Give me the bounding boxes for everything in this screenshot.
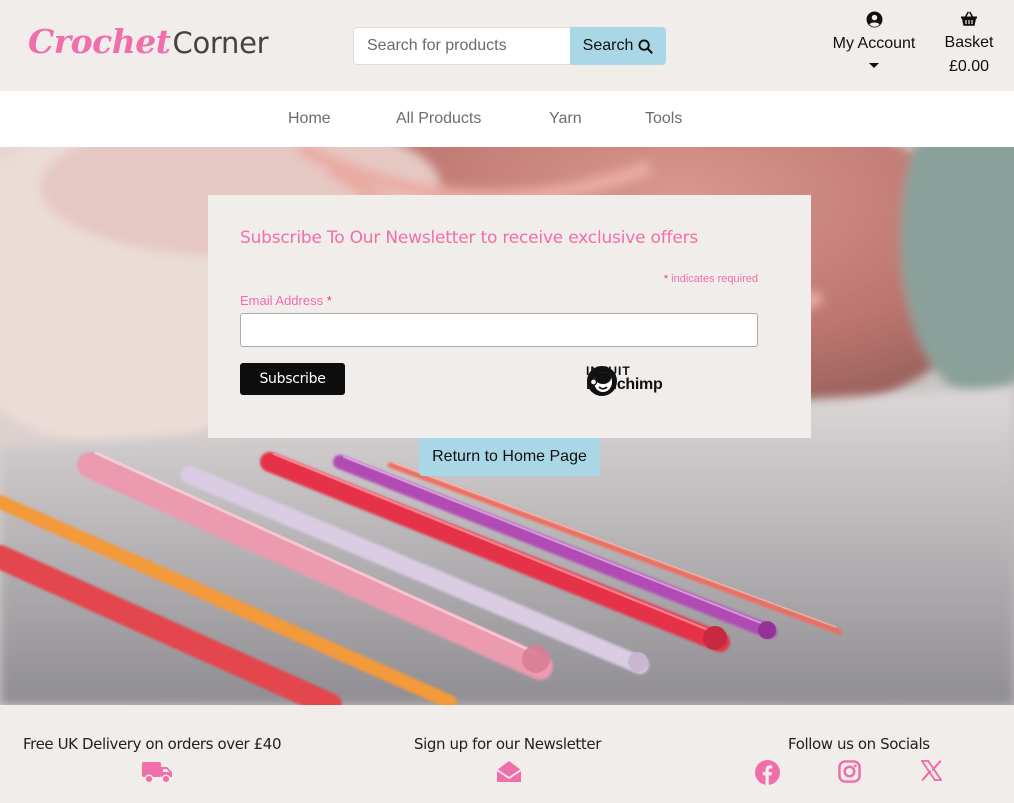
my-account-menu[interactable]: My Account bbox=[826, 11, 922, 73]
search-icon bbox=[638, 38, 653, 54]
newsletter-title: Subscribe To Our Newsletter to receive e… bbox=[240, 228, 699, 248]
mailchimp-freddie-icon bbox=[587, 366, 617, 396]
basket-label: Basket bbox=[944, 34, 994, 51]
nav-item-all-products[interactable]: All Products bbox=[396, 110, 481, 128]
mailchimp-badge[interactable]: INTUIT mailchimp bbox=[586, 365, 663, 396]
required-note-marker: * bbox=[663, 273, 669, 285]
search-button-label: Search bbox=[582, 37, 634, 54]
truck-icon bbox=[142, 762, 172, 784]
logo-plain-text: Corner bbox=[172, 26, 269, 60]
email-address-label: Email Address * bbox=[240, 293, 332, 308]
site-footer: Free UK Delivery on orders over £40 Sign… bbox=[0, 705, 1014, 803]
basket-icon bbox=[961, 11, 977, 26]
hero-section: Subscribe To Our Newsletter to receive e… bbox=[0, 147, 1014, 705]
facebook-icon[interactable] bbox=[755, 760, 780, 785]
logo-script-text: Crochet bbox=[28, 22, 171, 61]
basket-link[interactable]: Basket £0.00 bbox=[934, 11, 1004, 76]
nav-item-tools[interactable]: Tools bbox=[645, 110, 682, 128]
site-header: Crochet Corner Search My Account Basket … bbox=[0, 0, 1014, 91]
basket-total: £0.00 bbox=[948, 58, 990, 75]
footer-newsletter-link[interactable]: Sign up for our Newsletter bbox=[414, 735, 601, 753]
required-note-text: indicates required bbox=[671, 273, 758, 285]
nav-item-home[interactable]: Home bbox=[288, 110, 331, 128]
search-button[interactable]: Search bbox=[570, 27, 666, 65]
x-twitter-icon[interactable] bbox=[921, 760, 942, 781]
nav-item-yarn[interactable]: Yarn bbox=[549, 110, 582, 128]
required-note: * indicates required bbox=[664, 273, 758, 285]
newsletter-signup-card: Subscribe To Our Newsletter to receive e… bbox=[208, 195, 811, 438]
logo[interactable]: Crochet Corner bbox=[28, 22, 269, 70]
caret-down-icon bbox=[869, 63, 879, 68]
email-label-text: Email Address bbox=[240, 293, 324, 308]
subscribe-button[interactable]: Subscribe bbox=[240, 363, 345, 395]
footer-socials-text: Follow us on Socials bbox=[788, 735, 930, 753]
instagram-icon[interactable] bbox=[838, 760, 861, 783]
email-address-input[interactable] bbox=[240, 313, 758, 347]
email-required-marker: * bbox=[326, 293, 332, 308]
main-nav: Home All Products Yarn Tools bbox=[0, 91, 1014, 147]
return-home-button[interactable]: Return to Home Page bbox=[419, 438, 600, 476]
user-circle-icon bbox=[866, 11, 882, 28]
envelope-open-icon[interactable] bbox=[496, 760, 522, 784]
my-account-label: My Account bbox=[832, 35, 916, 52]
search-input[interactable] bbox=[353, 27, 570, 65]
footer-delivery-text: Free UK Delivery on orders over £40 bbox=[23, 735, 282, 753]
